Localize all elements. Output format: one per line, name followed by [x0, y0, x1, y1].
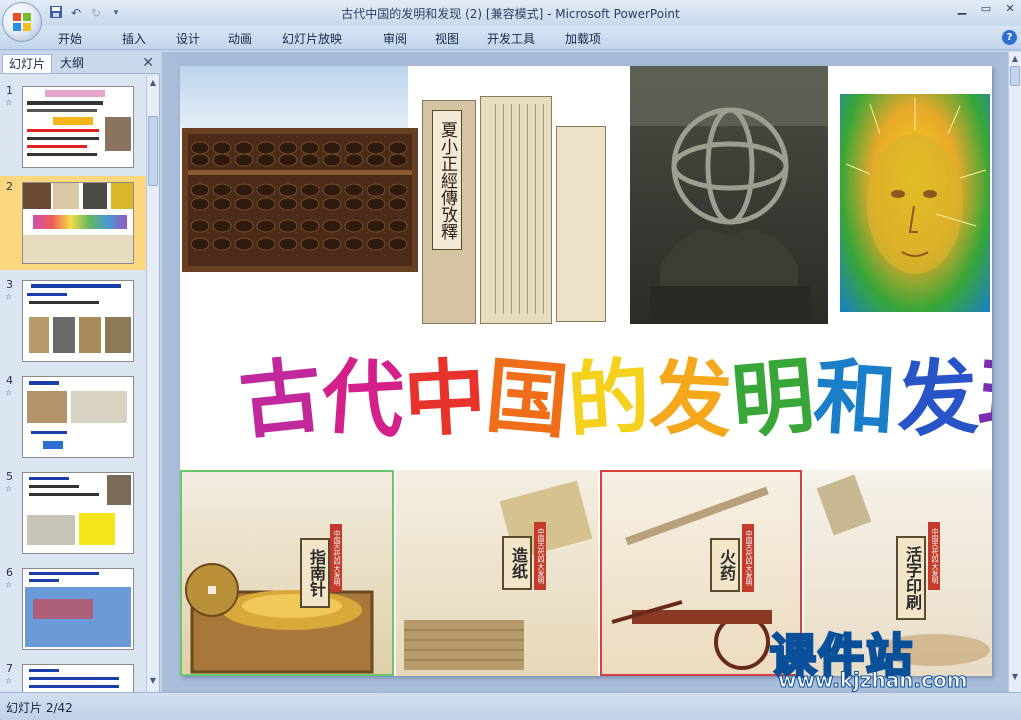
invention-compass: 指南针 中国古代四大发明	[180, 470, 394, 676]
tab-outline[interactable]: 大纲	[54, 54, 90, 73]
scroll-down-icon[interactable]: ▼	[148, 676, 158, 688]
tab-home[interactable]: 开始	[58, 30, 122, 47]
abacus-image	[182, 128, 418, 272]
thumbnail-list: 1 ☆ 2 3 ☆ 4 ☆ 5 ☆ 6 ☆ 7 ☆	[0, 76, 146, 692]
window-controls: ▁ ▭ ✕	[955, 2, 1017, 16]
slide-thumbnail[interactable]	[22, 664, 134, 692]
book-title: 夏小正經傳攷釋	[432, 110, 462, 250]
thumbnail-number: 6	[6, 566, 13, 579]
sky-background	[180, 66, 408, 136]
tab-addins[interactable]: 加载项	[565, 30, 625, 47]
ancient-book-image: 夏小正經傳攷釋	[418, 96, 610, 328]
window-title: 古代中国的发明和发现 (2) [兼容模式] - Microsoft PowerP…	[341, 7, 680, 21]
thumbnail-row[interactable]: 2	[0, 176, 146, 270]
close-button[interactable]: ✕	[1003, 2, 1017, 16]
title-char: 中	[401, 348, 489, 450]
tab-slideshow[interactable]: 幻灯片放映	[282, 30, 383, 47]
thumbnail-number: 3	[6, 278, 13, 291]
ribbon: 开始 插入 设计 动画 幻灯片放映 审阅 视图 开发工具 加载项 ?	[0, 26, 1021, 50]
office-button[interactable]	[2, 2, 42, 42]
minimize-button[interactable]: ▁	[955, 2, 969, 16]
status-bar: 幻灯片 2/42	[0, 692, 1021, 720]
tab-insert[interactable]: 插入	[122, 30, 176, 47]
title-char: 明	[728, 347, 819, 451]
tab-design[interactable]: 设计	[176, 30, 228, 47]
animation-icon: ☆	[5, 292, 13, 301]
invention-tag: 中国古代四大发明	[928, 522, 940, 590]
thumbnail-number: 2	[6, 180, 13, 193]
close-icon[interactable]: ✕	[142, 55, 154, 71]
slide-thumbnail[interactable]	[22, 182, 134, 264]
slide-scrollbar[interactable]: ▲ ▼	[1008, 52, 1021, 692]
title-bar: ↶ ↻ ▾ 古代中国的发明和发现 (2) [兼容模式] - Microsoft …	[0, 0, 1021, 26]
title-char: 发	[647, 348, 735, 450]
scroll-thumb[interactable]	[148, 116, 158, 186]
animation-icon: ☆	[5, 580, 13, 589]
title-char: 国	[482, 347, 573, 451]
thumbnail-row[interactable]: 5 ☆	[0, 466, 146, 556]
invention-tag: 中国古代四大发明	[330, 524, 342, 592]
title-char: 古	[235, 346, 327, 452]
title-char: 现	[974, 347, 992, 451]
invention-tag: 中国古代四大发明	[742, 524, 754, 592]
slide-thumbnail[interactable]	[22, 568, 134, 650]
animation-icon: ☆	[5, 676, 13, 685]
maximize-button[interactable]: ▭	[979, 2, 993, 16]
slide-title: 古 代 中 国 的 发 明 和 发 现	[235, 334, 992, 464]
armillary-sphere-image	[630, 66, 828, 324]
panel-tabs: 幻灯片 大纲 ✕	[0, 52, 160, 74]
thumbnail-number: 5	[6, 470, 13, 483]
invention-tag: 中国古代四大发明	[534, 522, 546, 590]
slide-editing-area: 夏小正經傳攷釋 古 代 中 国 的 发 明 和 发 现 指南针 中国古代四大发明…	[162, 52, 1008, 692]
thumbnail-scrollbar[interactable]: ▲ ▼	[146, 76, 159, 692]
tab-review[interactable]: 审阅	[383, 30, 435, 47]
tab-developer[interactable]: 开发工具	[487, 30, 565, 47]
thumbnail-row[interactable]: 7 ☆	[0, 658, 146, 692]
tab-slides[interactable]: 幻灯片	[2, 54, 53, 73]
thumbnail-row[interactable]: 4 ☆	[0, 370, 146, 460]
scroll-up-icon[interactable]: ▲	[148, 78, 158, 90]
thumbnail-number: 7	[6, 662, 13, 675]
watermark-url: www.kjzhan.com	[778, 668, 969, 693]
title-char: 的	[564, 348, 654, 450]
help-icon[interactable]: ?	[1002, 30, 1017, 45]
thumbnail-number: 4	[6, 374, 13, 387]
slide-thumbnail[interactable]	[22, 472, 134, 554]
slide-thumbnail[interactable]	[22, 86, 134, 168]
office-logo-icon	[13, 13, 31, 31]
acupuncture-head-image	[840, 94, 990, 312]
scroll-down-icon[interactable]: ▼	[1010, 672, 1020, 684]
tab-view[interactable]: 视图	[435, 30, 487, 47]
scroll-up-icon[interactable]: ▲	[1010, 54, 1020, 66]
thumbnail-number: 1	[6, 84, 13, 97]
watermark-logo: 课件站 www.kjzhan.com	[769, 620, 1006, 693]
invention-label: 指南针	[300, 538, 330, 608]
invention-label: 火药	[710, 538, 740, 592]
slide-canvas[interactable]: 夏小正經傳攷釋 古 代 中 国 的 发 明 和 发 现 指南针 中国古代四大发明…	[180, 66, 992, 676]
thumbnail-row[interactable]: 6 ☆	[0, 562, 146, 652]
thumbnail-row[interactable]: 3 ☆	[0, 274, 146, 364]
slides-panel: 幻灯片 大纲 ✕ 1 ☆ 2 3 ☆ 4 ☆ 5 ☆ 6 ☆ 7 ☆ ▲ ▼	[0, 52, 160, 692]
animation-icon: ☆	[5, 388, 13, 397]
invention-label: 活字印刷	[896, 536, 926, 620]
invention-paper: 造纸 中国古代四大发明	[396, 470, 598, 676]
animation-icon: ☆	[5, 484, 13, 493]
animation-icon: ☆	[5, 98, 13, 107]
invention-label: 造纸	[502, 536, 532, 590]
title-char: 代	[318, 348, 408, 450]
title-char: 发	[893, 348, 981, 450]
slide-thumbnail[interactable]	[22, 376, 134, 458]
thumbnail-row[interactable]: 1 ☆	[0, 80, 146, 170]
title-char: 和	[810, 348, 900, 450]
ribbon-tabs: 开始 插入 设计 动画 幻灯片放映 审阅 视图 开发工具 加载项	[58, 30, 625, 47]
scroll-thumb[interactable]	[1010, 66, 1020, 86]
slide-thumbnail[interactable]	[22, 280, 134, 362]
tab-animations[interactable]: 动画	[228, 30, 282, 47]
slide-indicator: 幻灯片 2/42	[6, 701, 73, 715]
